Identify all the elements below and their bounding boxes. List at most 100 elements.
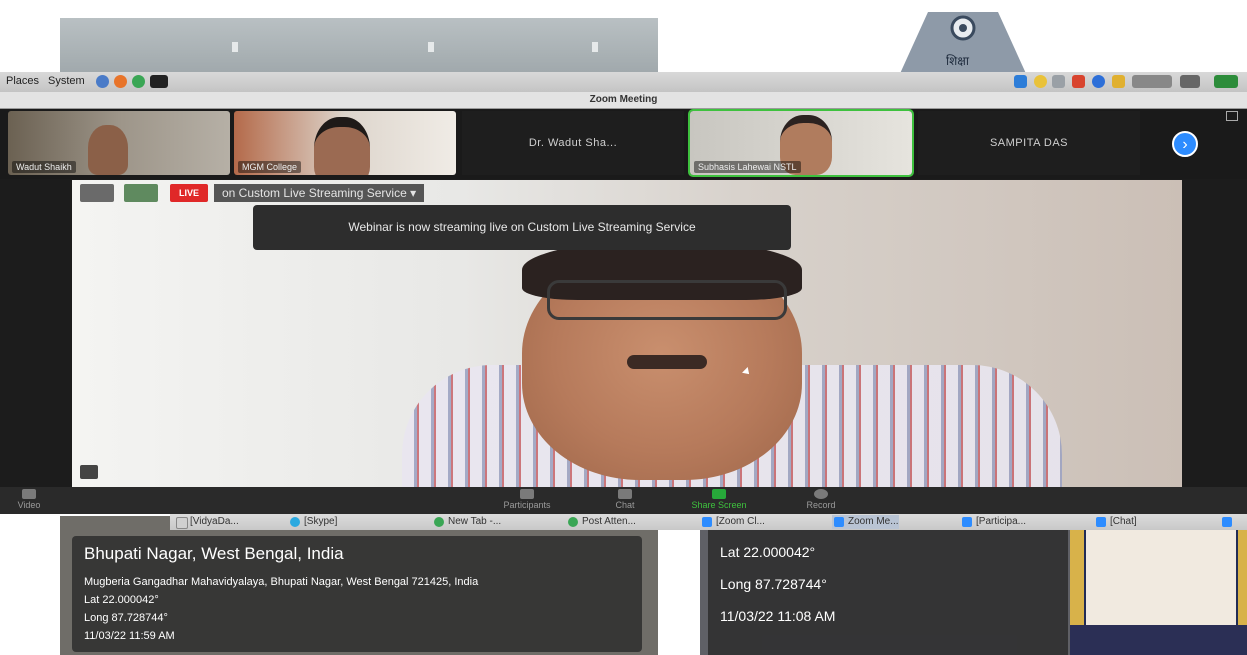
- ceiling-photo: [60, 18, 658, 78]
- participant-name: Wadut Shaikh: [12, 161, 76, 173]
- ceiling-fixture: [592, 42, 598, 52]
- participant-tile[interactable]: MGM College: [234, 111, 456, 175]
- skype-icon: [290, 517, 300, 527]
- chat-button[interactable]: Chat: [600, 489, 650, 510]
- building-sign: शिक्षा: [946, 54, 969, 68]
- taskbar-item[interactable]: [1220, 515, 1236, 529]
- geotag-card: Bhupati Nagar, West Bengal, India Mugber…: [72, 536, 642, 652]
- security-shield-icon[interactable]: [124, 184, 158, 202]
- streaming-tooltip: Webinar is now streaming live on Custom …: [253, 205, 791, 250]
- participant-name: Subhasis Lahewai NSTL: [694, 161, 801, 173]
- bluetooth-icon[interactable]: [1092, 75, 1105, 88]
- terminal-icon[interactable]: [150, 75, 168, 88]
- chrome-icon: [568, 517, 578, 527]
- banner-panel: [1084, 526, 1238, 630]
- taskbar-item[interactable]: [Zoom Cl...: [700, 515, 765, 529]
- zoom-title: Zoom Meeting: [0, 92, 1247, 109]
- taskbar-item-active[interactable]: Zoom Me...: [832, 515, 899, 529]
- help-icon[interactable]: [96, 75, 109, 88]
- signal-icon[interactable]: [1214, 75, 1238, 88]
- chat-label: Chat: [615, 500, 635, 510]
- building-photo: शिक्षा: [868, 12, 1058, 78]
- participant-tile[interactable]: Wadut Shaikh: [8, 111, 230, 175]
- active-speaker-tile[interactable]: Subhasis Lahewai NSTL: [688, 109, 914, 177]
- zoom-window: Zoom Meeting Wadut Shaikh MGM College Dr…: [0, 92, 1247, 514]
- geotag-photo-right: Lat 22.000042° Long 87.728744° 11/03/22 …: [700, 516, 1247, 655]
- chevron-down-icon: ▾: [410, 186, 417, 200]
- participant-face: [88, 125, 128, 175]
- participant-name: SAMPITA DAS: [989, 137, 1069, 149]
- record-button[interactable]: Record: [796, 489, 846, 510]
- geotag-lat: Lat 22.000042°: [720, 544, 816, 560]
- gallery-view-icon[interactable]: [1226, 111, 1238, 121]
- taskbar-item-label: Post Atten...: [582, 516, 636, 527]
- ceiling-fixture: [428, 42, 434, 52]
- geotag-card: Lat 22.000042° Long 87.728744° 11/03/22 …: [708, 530, 1068, 655]
- taskbar-item-label: New Tab -...: [448, 516, 502, 527]
- firefox-icon[interactable]: [114, 75, 127, 88]
- taskbar-item-label: [VidyaDa...: [190, 516, 239, 527]
- share-screen-button[interactable]: Share Screen: [676, 489, 762, 510]
- participant-name: MGM College: [238, 161, 302, 173]
- next-page-button[interactable]: ›: [1172, 131, 1198, 157]
- ceiling-fixture: [232, 42, 238, 52]
- speaker-mustache: [627, 355, 707, 369]
- video-label: Video: [17, 500, 41, 510]
- volume-icon[interactable]: [1180, 75, 1200, 88]
- taskbar-item-label: Zoom Me...: [848, 516, 899, 527]
- video-camera-icon: [22, 489, 36, 499]
- chrome-icon[interactable]: [132, 75, 145, 88]
- geotag-lat: Lat 22.000042°: [84, 594, 159, 606]
- taskbar-item[interactable]: [Skype]: [288, 515, 337, 529]
- chat-icon: [618, 489, 632, 499]
- banner-strip: [1070, 625, 1247, 655]
- tray-indicators[interactable]: [1132, 75, 1172, 88]
- taskbar-item[interactable]: [VidyaDa...: [174, 515, 239, 529]
- participants-button[interactable]: Participants: [484, 489, 570, 510]
- participants-label: Participants: [503, 500, 551, 510]
- geotag-long: Long 87.728744°: [720, 576, 827, 592]
- chrome-icon: [434, 517, 444, 527]
- record-icon: [814, 489, 828, 499]
- zoom-icon: [1222, 517, 1232, 527]
- participant-face: [314, 117, 370, 175]
- geotag-datetime: 11/03/22 11:59 AM: [84, 630, 175, 642]
- gallery-strip: Wadut Shaikh MGM College Dr. Wadut Sha..…: [0, 109, 1247, 179]
- zoom-icon: [1096, 517, 1106, 527]
- places-menu[interactable]: Places: [6, 75, 39, 87]
- participants-icon: [520, 489, 534, 499]
- geotag-title: Bhupati Nagar, West Bengal, India: [84, 544, 344, 563]
- network-icon[interactable]: [1052, 75, 1065, 88]
- taskbar-item-label: [Zoom Cl...: [716, 516, 765, 527]
- zoom-icon: [834, 517, 844, 527]
- zoom-icon: [702, 517, 712, 527]
- banner-photo: [1070, 516, 1247, 655]
- taskbar-item[interactable]: [Chat]: [1094, 515, 1137, 529]
- video-button[interactable]: Video: [4, 489, 54, 510]
- taskbar-item[interactable]: Post Atten...: [566, 515, 636, 529]
- share-screen-icon: [712, 489, 726, 499]
- live-badge[interactable]: LIVE: [170, 184, 208, 202]
- system-menu[interactable]: System: [48, 75, 85, 87]
- signal-strength-icon: [80, 465, 98, 479]
- speaker-glasses: [547, 280, 787, 320]
- battery-icon[interactable]: [1112, 75, 1125, 88]
- record-label: Record: [806, 500, 836, 510]
- geotag-long: Long 87.728744°: [84, 612, 168, 624]
- taskbar-item[interactable]: [Participa...: [960, 515, 1026, 529]
- taskbar-item-label: [Participa...: [976, 516, 1027, 527]
- taskbar-item[interactable]: New Tab -...: [432, 515, 501, 529]
- participant-name-tile[interactable]: Dr. Wadut Sha...: [462, 111, 684, 175]
- live-status-dropdown[interactable]: on Custom Live Streaming Service ▾: [214, 184, 425, 202]
- info-button[interactable]: [80, 184, 114, 202]
- geotag-address: Mugberia Gangadhar Mahavidyalaya, Bhupat…: [84, 576, 479, 588]
- geotag-datetime: 11/03/22 11:08 AM: [720, 608, 836, 624]
- taskbar-item-label: [Chat]: [1110, 516, 1137, 527]
- zoom-icon: [962, 517, 972, 527]
- participant-name-tile[interactable]: SAMPITA DAS: [918, 111, 1140, 175]
- notification-icon[interactable]: [1034, 75, 1047, 88]
- app-tray-icon[interactable]: [1072, 75, 1085, 88]
- desktop-taskbar: [VidyaDa... [Skype] New Tab -... Post At…: [170, 514, 1247, 530]
- zoom-tray-icon[interactable]: [1014, 75, 1027, 88]
- desktop-top-panel: Places System: [0, 72, 1247, 93]
